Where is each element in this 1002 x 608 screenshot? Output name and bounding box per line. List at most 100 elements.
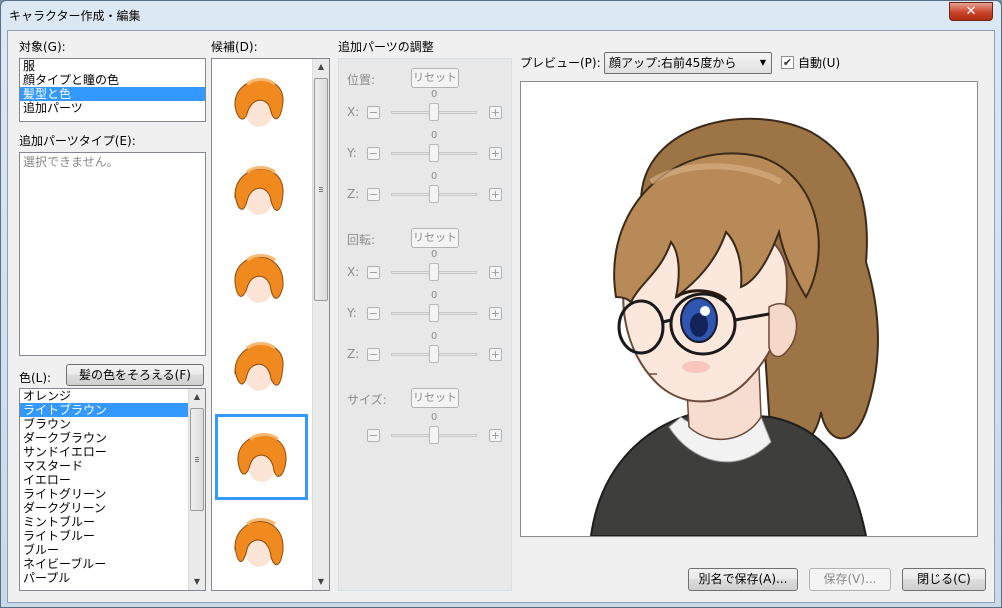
preview-label: プレビュー(P): <box>520 56 601 70</box>
slider-knob[interactable] <box>429 304 439 322</box>
slider-knob[interactable] <box>429 345 439 363</box>
increase-button[interactable]: + <box>489 348 502 361</box>
increase-button[interactable]: + <box>489 106 502 119</box>
color-label: 色(L): <box>19 371 52 385</box>
hair-candidate[interactable] <box>215 414 308 500</box>
axis-label: Y: <box>347 146 357 160</box>
axis-label: Z: <box>347 187 360 201</box>
color-item[interactable]: ネイビーブルー <box>20 557 188 571</box>
target-label: 対象(G): <box>19 40 66 54</box>
increase-button[interactable]: + <box>489 307 502 320</box>
color-item[interactable]: マスタード <box>20 459 188 473</box>
target-list[interactable]: 服顔タイプと瞳の色 髪型と色 追加パーツ <box>19 58 206 122</box>
slider-value: 0 <box>431 249 438 260</box>
color-item[interactable]: ダークグリーン <box>20 501 188 515</box>
character-editor-window: キャラクター作成・編集 ✕ 対象(G): 服顔タイプと瞳の色 髪型と色 追加パーツ … <box>0 0 1002 608</box>
target-item[interactable]: 髪型と色 <box>20 87 205 101</box>
close-button[interactable]: 閉じる(C) <box>902 568 986 591</box>
slider-value: 0 <box>431 412 438 423</box>
slider-value: 0 <box>431 290 438 301</box>
hairstyle-thumbnail <box>234 166 284 215</box>
character-preview[interactable] <box>520 81 978 537</box>
hairstyle-thumbnail <box>234 254 284 303</box>
match-hair-color-button[interactable]: 髪の色をそろえる(F) <box>66 364 204 386</box>
preview-view-value: 顔アップ:右前45度から <box>609 56 737 70</box>
color-item[interactable]: ブルー <box>20 543 188 557</box>
axis-label: Z: <box>347 347 360 361</box>
adjust-section-label: サイズ: <box>347 393 387 407</box>
color-item[interactable]: イエロー <box>20 473 188 487</box>
color-item[interactable]: ブラウン <box>20 417 188 431</box>
increase-button[interactable]: + <box>489 188 502 201</box>
adjust-section-label: 位置: <box>347 73 376 87</box>
color-item[interactable]: ライトブラウン <box>20 403 188 417</box>
decrease-button[interactable]: − <box>367 147 380 160</box>
candidates-scroll-thumb[interactable] <box>314 78 328 301</box>
auto-label[interactable]: 自動(U) <box>798 54 840 71</box>
color-list-scrollbar[interactable]: ▲ ▼ <box>188 389 205 590</box>
slider-value: 0 <box>431 130 438 141</box>
window-close-button[interactable]: ✕ <box>949 2 993 21</box>
chevron-down-icon: ▼ <box>759 58 766 67</box>
slider-value: 0 <box>431 331 438 342</box>
color-item[interactable]: ライトグリーン <box>20 487 188 501</box>
slider-knob[interactable] <box>429 144 439 162</box>
hair-candidate[interactable] <box>215 326 308 412</box>
hairstyle-thumbnail <box>234 342 284 391</box>
scroll-up-arrow-icon[interactable]: ▲ <box>189 389 205 405</box>
candidates-label: 候補(D): <box>211 40 258 54</box>
save-as-button[interactable]: 別名で保存(A)... <box>688 568 798 591</box>
dialog-client-area: 対象(G): 服顔タイプと瞳の色 髪型と色 追加パーツ 追加パーツタイプ(E): 選… <box>7 30 995 603</box>
slider-knob[interactable] <box>429 263 439 281</box>
auto-checkbox[interactable]: ✔ <box>781 56 794 69</box>
target-item[interactable]: 服 <box>20 59 205 73</box>
character-portrait-image <box>589 117 879 536</box>
color-list[interactable]: オレンジ ライトブラウン ブラウン ダークブラウン サンドイエロー マスタード イエロー ライ… <box>19 388 206 591</box>
target-item[interactable]: 顔タイプと瞳の色 <box>20 73 205 87</box>
title-bar[interactable]: キャラクター作成・編集 ✕ <box>1 1 1001 29</box>
axis-label: X: <box>347 265 360 279</box>
slider-value: 0 <box>431 171 438 182</box>
increase-button[interactable]: + <box>489 266 502 279</box>
color-list-scroll-thumb[interactable] <box>190 408 204 511</box>
decrease-button[interactable]: − <box>367 188 380 201</box>
window-title: キャラクター作成・編集 <box>9 9 141 23</box>
scroll-down-arrow-icon[interactable]: ▼ <box>313 574 329 590</box>
decrease-button[interactable]: − <box>367 307 380 320</box>
save-button[interactable]: 保存(V)... <box>809 568 891 591</box>
slider-knob[interactable] <box>429 185 439 203</box>
scroll-up-arrow-icon[interactable]: ▲ <box>313 59 329 75</box>
scroll-down-arrow-icon[interactable]: ▼ <box>189 574 205 590</box>
color-item[interactable]: サンドイエロー <box>20 445 188 459</box>
increase-button[interactable]: + <box>489 429 502 442</box>
adjust-title: 追加パーツの調整 <box>338 40 434 54</box>
hair-candidate[interactable] <box>215 502 308 588</box>
candidates-list[interactable]: ▲ ▼ <box>211 58 330 591</box>
slider-knob[interactable] <box>429 426 439 444</box>
increase-button[interactable]: + <box>489 147 502 160</box>
slider-knob[interactable] <box>429 103 439 121</box>
color-item[interactable]: オレンジ <box>20 389 188 403</box>
slider-value: 0 <box>431 89 438 100</box>
adjust-panel: 位置: リセット X: −0 + Y: −0 + Z: −0 + 回転: リセット X: −0 + Y: −0 + Z… <box>338 58 512 591</box>
decrease-button[interactable]: − <box>367 106 380 119</box>
hairstyle-thumbnail <box>237 433 287 482</box>
hair-candidate[interactable] <box>215 62 308 148</box>
hair-candidate[interactable] <box>215 150 308 236</box>
extra-parts-type-list[interactable]: 選択できません。 <box>19 152 206 356</box>
target-item[interactable]: 追加パーツ <box>20 101 205 115</box>
color-item[interactable]: パープル <box>20 571 188 585</box>
decrease-button[interactable]: − <box>367 348 380 361</box>
preview-view-select[interactable]: 顔アップ:右前45度から ▼ <box>604 52 772 74</box>
decrease-button[interactable]: − <box>367 429 380 442</box>
color-item[interactable]: ミントブルー <box>20 515 188 529</box>
reset-button[interactable]: リセット <box>411 388 459 408</box>
hair-candidate[interactable] <box>215 238 308 324</box>
reset-button[interactable]: リセット <box>411 68 459 88</box>
extra-parts-type-label: 追加パーツタイプ(E): <box>19 134 136 148</box>
reset-button[interactable]: リセット <box>411 228 459 248</box>
decrease-button[interactable]: − <box>367 266 380 279</box>
color-item[interactable]: ライトブルー <box>20 529 188 543</box>
color-item[interactable]: ダークブラウン <box>20 431 188 445</box>
candidates-scrollbar[interactable]: ▲ ▼ <box>312 59 329 590</box>
